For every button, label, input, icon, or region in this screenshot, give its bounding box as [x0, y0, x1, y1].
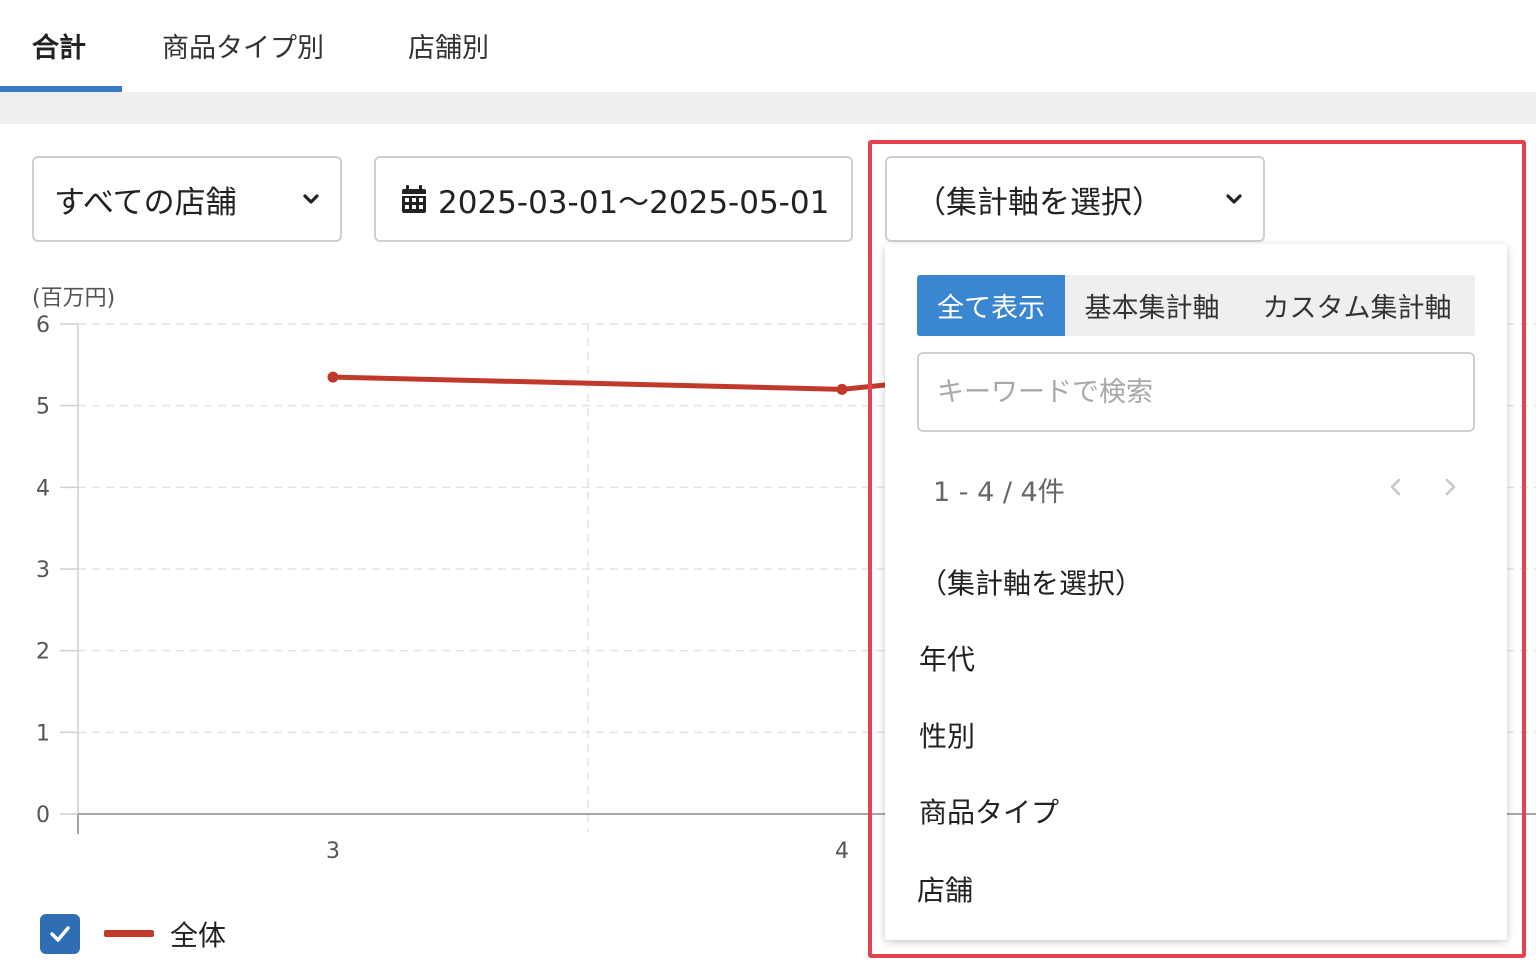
data-point — [327, 371, 339, 383]
axis-select-value: （集計軸を選択） — [915, 184, 1163, 221]
y-tick-label: 0 — [36, 803, 50, 828]
chevron-down-icon — [303, 194, 319, 204]
y-tick-label: 6 — [36, 313, 50, 338]
y-tick-label: 4 — [36, 476, 50, 501]
chevron-right-icon[interactable] — [1437, 474, 1463, 500]
tab-bar: 合計 商品タイプ別 店舗別 — [0, 0, 1536, 92]
axis-filter-segments: 全て表示 基本集計軸 カスタム集計軸 — [917, 275, 1475, 336]
segment-basic-axis[interactable]: 基本集計軸 — [1065, 275, 1239, 336]
axis-option-gender[interactable]: 性別 — [919, 715, 975, 755]
y-tick-label: 3 — [36, 558, 50, 583]
divider-band — [0, 92, 1536, 124]
x-tick-label: 4 — [835, 839, 849, 864]
store-select[interactable]: すべての店舗 — [32, 156, 342, 242]
legend-line-swatch — [104, 930, 154, 937]
x-tick-label: 3 — [326, 839, 340, 864]
legend-label: 全体 — [170, 919, 227, 952]
axis-select[interactable]: （集計軸を選択） — [885, 156, 1265, 242]
date-range-value: 2025-03-01〜2025-05-01 — [438, 184, 830, 221]
axis-option-age[interactable]: 年代 — [919, 638, 975, 678]
chevron-down-icon — [1226, 194, 1242, 204]
axis-option-product-type[interactable]: 商品タイプ — [919, 791, 1059, 831]
tab-total[interactable]: 合計 — [32, 26, 86, 65]
tab-product-type[interactable]: 商品タイプ別 — [162, 26, 324, 65]
y-tick-label: 5 — [36, 395, 50, 420]
axis-option-store[interactable]: 店舗 — [917, 869, 973, 909]
data-point — [836, 383, 848, 395]
axis-option-none[interactable]: （集計軸を選択） — [919, 562, 1143, 602]
keyword-search-input[interactable] — [917, 352, 1475, 432]
y-tick-label: 2 — [36, 640, 50, 665]
segment-show-all[interactable]: 全て表示 — [917, 275, 1065, 336]
chevron-left-icon[interactable] — [1383, 474, 1409, 500]
y-tick-label: 1 — [36, 721, 50, 746]
series-line — [330, 374, 905, 392]
checkmark-icon — [50, 926, 70, 942]
axis-dropdown-panel: 全て表示 基本集計軸 カスタム集計軸 1 - 4 / 4件 （集計軸を選択） 年… — [885, 244, 1507, 940]
segment-custom-axis[interactable]: カスタム集計軸 — [1239, 275, 1475, 336]
tab-store[interactable]: 店舗別 — [408, 26, 489, 65]
store-select-value: すべての店舗 — [54, 184, 237, 221]
pager-count: 1 - 4 / 4件 — [933, 477, 1065, 508]
legend-checkbox[interactable] — [40, 914, 80, 954]
date-range-picker[interactable]: 2025-03-01〜2025-05-01 — [374, 156, 853, 242]
calendar-icon — [402, 185, 426, 213]
